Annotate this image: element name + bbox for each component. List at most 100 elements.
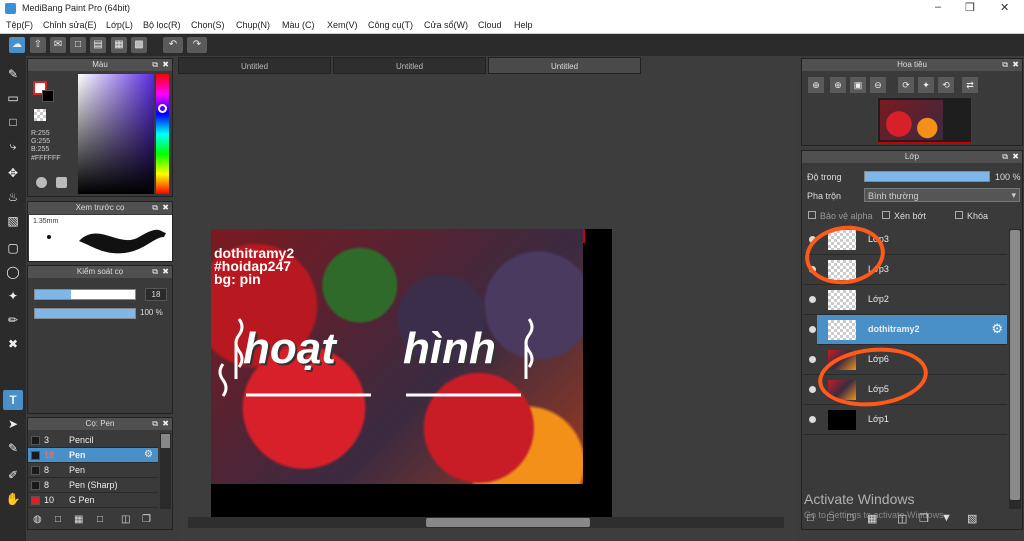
redo-icon[interactable]: ↷	[187, 37, 207, 53]
undock-icon[interactable]: ⧉	[152, 59, 158, 71]
visibility-eye-icon[interactable]	[809, 416, 816, 423]
hue-handle[interactable]	[158, 104, 167, 113]
brush-size-value[interactable]: 18	[145, 288, 167, 301]
duplicate-icon[interactable]: ❐	[142, 514, 151, 525]
brush-item-pen-sharp[interactable]: 8 Pen (Sharp)	[28, 478, 158, 493]
flip-icon[interactable]: ⇄	[962, 77, 978, 93]
panel-close-icon[interactable]: ✖	[162, 59, 169, 71]
brush-item-pen[interactable]: 8 Pen	[28, 463, 158, 478]
operation-tool-icon[interactable]: ➤	[3, 414, 23, 434]
folder-icon[interactable]: ◫	[121, 514, 130, 525]
grid-icon[interactable]: ▦	[111, 37, 127, 53]
close-icon[interactable]: ✕	[1000, 1, 1009, 14]
move-tool-icon[interactable]: ✥	[3, 163, 23, 183]
brush-item-pen-selected[interactable]: 18 Pen ⚙	[28, 448, 158, 463]
fill-tool-icon[interactable]: ♨	[3, 187, 23, 207]
brush-size-slider[interactable]	[34, 289, 136, 300]
panel-close-icon[interactable]: ✖	[162, 202, 169, 214]
tiles-icon[interactable]: ▩	[131, 37, 147, 53]
add-brush-icon[interactable]: ◍	[33, 514, 42, 525]
menu-help[interactable]: Help	[514, 20, 533, 30]
layer-opacity-slider[interactable]	[864, 171, 990, 182]
visibility-eye-icon[interactable]	[809, 356, 816, 363]
navigator-thumbnail[interactable]	[877, 97, 972, 143]
select-eraser-icon[interactable]: ✖	[3, 334, 23, 354]
document-icon[interactable]: ▤	[90, 37, 106, 53]
zoom-out-icon[interactable]: ⊖	[870, 77, 886, 93]
brush-item-g-pen[interactable]: 10 G Pen	[28, 493, 158, 508]
delete-layer-icon[interactable]: ▧	[967, 512, 977, 525]
menu-edit[interactable]: Chỉnh sửa(E)	[43, 20, 97, 30]
brush-tool-icon[interactable]: ✎	[3, 64, 23, 84]
tab-untitled-2[interactable]: Untitled	[333, 57, 486, 74]
layer-settings-gear-icon[interactable]: ⚙	[991, 321, 1003, 337]
menu-select[interactable]: Chọn(S)	[191, 20, 225, 30]
tab-untitled-1[interactable]: Untitled	[178, 57, 331, 74]
cloud-icon[interactable]: ☁	[9, 37, 25, 53]
menu-layer[interactable]: Lớp(L)	[106, 20, 133, 30]
menu-view[interactable]: Xem(V)	[327, 20, 358, 30]
undock-icon[interactable]: ⧉	[152, 418, 158, 430]
brush-settings-gear-icon[interactable]: ⚙	[144, 449, 153, 460]
document-canvas[interactable]: dothitramy2 #hoidap247 bg: pin hoạt hình	[211, 229, 612, 517]
panel-close-icon[interactable]: ✖	[162, 266, 169, 278]
layer-list-scrollbar[interactable]	[1009, 229, 1021, 509]
lasso-tool-icon[interactable]: ◯	[3, 262, 23, 282]
text-tool-icon[interactable]: T	[3, 390, 23, 410]
clipping-checkbox[interactable]	[882, 211, 890, 219]
brush-item-pencil[interactable]: 3 Pencil	[28, 433, 158, 448]
rectangle-tool-icon[interactable]: □	[3, 112, 23, 132]
rotate-icon[interactable]: ⟳	[898, 77, 914, 93]
menu-color[interactable]: Màu (C)	[282, 20, 315, 30]
color-set-icon[interactable]	[56, 177, 67, 188]
saturation-value-picker[interactable]	[78, 74, 154, 194]
brush-menu-icon[interactable]: ▦	[74, 514, 83, 525]
page-icon[interactable]: □	[70, 37, 86, 53]
comment-icon[interactable]: ✉	[50, 37, 66, 53]
undock-icon[interactable]: ⧉	[152, 202, 158, 214]
minimize-icon[interactable]: –	[935, 1, 941, 13]
menu-file[interactable]: Tệp(F)	[6, 20, 33, 30]
horizontal-scrollbar[interactable]	[188, 517, 784, 528]
zoom-in-icon[interactable]: ⊕	[808, 77, 824, 93]
lock-checkbox[interactable]	[955, 211, 963, 219]
select-pen-icon[interactable]: ✏	[3, 310, 23, 330]
canvas-area[interactable]: dothitramy2 #hoidap247 bg: pin hoạt hình	[178, 74, 798, 541]
menu-cloud[interactable]: Cloud	[478, 20, 502, 30]
zoom-in-2-icon[interactable]: ⊕	[830, 77, 846, 93]
fit-icon[interactable]: ▣	[850, 77, 866, 93]
undock-icon[interactable]: ⧉	[152, 266, 158, 278]
layer-row[interactable]: Lớp2	[803, 285, 1007, 315]
scrollbar-thumb[interactable]	[1010, 230, 1020, 500]
share-icon[interactable]: ⇧	[30, 37, 46, 53]
brush-list-scrollbar[interactable]	[160, 433, 171, 509]
restore-icon[interactable]: ❐	[965, 1, 975, 14]
panel-close-icon[interactable]: ✖	[162, 418, 169, 430]
menu-capture[interactable]: Chụp(N)	[236, 20, 270, 30]
magic-wand-icon[interactable]: ✦	[3, 286, 23, 306]
scrollbar-thumb[interactable]	[161, 434, 170, 448]
blend-mode-select[interactable]: Bình thường ▾	[864, 188, 1020, 202]
panel-close-icon[interactable]: ✖	[1012, 151, 1019, 163]
menu-filter[interactable]: Bộ lọc(R)	[143, 20, 181, 30]
hue-slider[interactable]	[156, 74, 169, 194]
visibility-eye-icon[interactable]	[809, 386, 816, 393]
hand-tool-icon[interactable]: ✋	[3, 489, 23, 509]
layer-row[interactable]: Lớp1	[803, 405, 1007, 435]
transparent-swatch[interactable]	[34, 109, 46, 121]
undo-icon[interactable]: ↶	[163, 37, 183, 53]
alpha-protect-checkbox[interactable]	[808, 211, 816, 219]
undock-icon[interactable]: ⧉	[1002, 59, 1008, 71]
fit-screen-icon[interactable]: ✦	[918, 77, 934, 93]
tab-untitled-3-active[interactable]: Untitled	[488, 57, 641, 74]
layer-row-selected[interactable]: dothitramy2 ⚙	[817, 315, 1007, 345]
eyedropper-icon[interactable]: ✐	[3, 465, 23, 485]
menu-window[interactable]: Cửa sổ(W)	[424, 20, 468, 30]
eraser-tool-icon[interactable]: ▭	[3, 88, 23, 108]
undock-icon[interactable]: ⧉	[1002, 151, 1008, 163]
brush-opacity-slider[interactable]	[34, 308, 136, 319]
visibility-eye-icon[interactable]	[809, 296, 816, 303]
palette-icon[interactable]	[36, 177, 47, 188]
brush-copy-icon[interactable]: □	[97, 514, 103, 525]
select-tool-icon[interactable]: ▢	[3, 238, 23, 258]
